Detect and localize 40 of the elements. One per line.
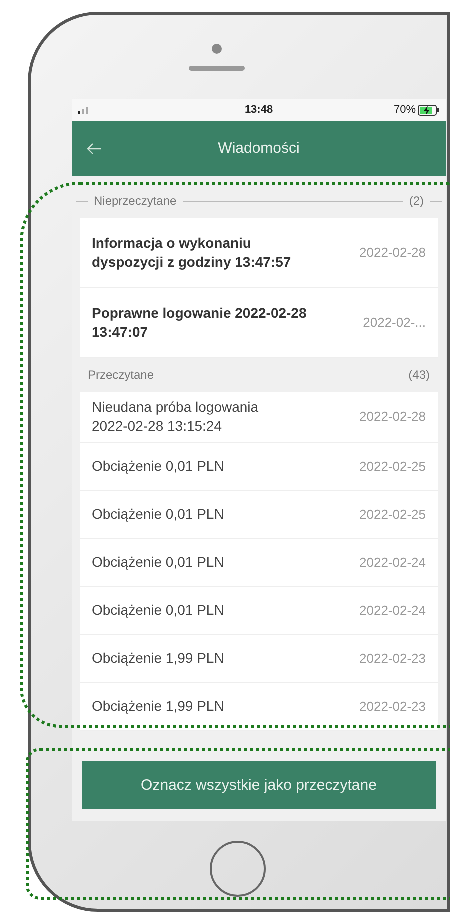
message-row[interactable]: Informacja o wykonaniu dyspozycji z godziny 13:47:57 2022-02-28 bbox=[80, 218, 438, 288]
message-date: 2022-02-24 bbox=[360, 602, 426, 618]
message-date: 2022-02-... bbox=[363, 315, 426, 330]
status-time: 13:48 bbox=[244, 104, 274, 116]
message-title: Obciążenie 0,01 PLN bbox=[92, 456, 226, 476]
battery-percent: 70% bbox=[394, 104, 416, 116]
message-date: 2022-02-23 bbox=[360, 650, 426, 666]
message-date: 2022-02-28 bbox=[360, 409, 426, 424]
message-row[interactable]: Obciążenie 0,01 PLN 2022-02-25 bbox=[80, 490, 438, 539]
screen-title: Wiadomości bbox=[218, 140, 300, 157]
message-title: Obciążenie 1,99 PLN bbox=[92, 696, 226, 716]
message-title: Nieudana próba logowania 2022-02-28 13:15:24 bbox=[92, 398, 260, 436]
message-title: Poprawne logowanie 2022-02-28 13:47:07 bbox=[92, 304, 307, 342]
message-title: Obciążenie 0,01 PLN bbox=[92, 552, 226, 572]
back-arrow-icon[interactable] bbox=[86, 142, 102, 154]
section-count: (2) bbox=[408, 194, 425, 208]
camera-icon bbox=[212, 44, 222, 54]
speaker-icon bbox=[189, 66, 245, 70]
battery-charging-icon bbox=[418, 104, 440, 116]
section-count: (43) bbox=[408, 368, 431, 382]
message-date: 2022-02-28 bbox=[360, 245, 426, 260]
message-row[interactable]: Poprawne logowanie 2022-02-28 13:47:07 2022-02-... bbox=[80, 288, 438, 358]
message-title: Obciążenie 0,01 PLN bbox=[92, 504, 226, 524]
message-row[interactable]: Obciążenie 0,01 PLN 2022-02-25 bbox=[80, 442, 438, 491]
section-title: Przeczytane bbox=[87, 368, 156, 382]
message-row[interactable]: Nieudana próba logowania 2022-02-28 13:15:24 2022-02-28 bbox=[80, 392, 438, 443]
message-date: 2022-02-23 bbox=[360, 698, 426, 714]
message-row[interactable]: Obciążenie 0,01 PLN 2022-02-24 bbox=[80, 586, 438, 635]
message-date: 2022-02-24 bbox=[360, 554, 426, 570]
message-row[interactable]: Obciążenie 1,99 PLN 2022-02-23 bbox=[80, 634, 438, 683]
home-button[interactable] bbox=[210, 841, 266, 897]
message-date: 2022-02-25 bbox=[360, 506, 426, 522]
message-row[interactable]: Obciążenie 0,01 PLN 2022-02-24 bbox=[80, 538, 438, 587]
message-row[interactable]: Obciążenie 1,99 PLN 2022-02-23 bbox=[80, 682, 438, 731]
message-title: Obciążenie 0,01 PLN bbox=[92, 600, 226, 620]
section-title: Nieprzeczytane bbox=[93, 194, 178, 208]
message-title: Obciążenie 1,99 PLN bbox=[92, 648, 226, 668]
message-date: 2022-02-25 bbox=[360, 458, 426, 474]
mark-all-read-button[interactable]: Oznacz wszystkie jako przeczytane bbox=[82, 761, 436, 809]
message-title: Informacja o wykonaniu dyspozycji z godziny 13:47:57 bbox=[92, 234, 292, 272]
